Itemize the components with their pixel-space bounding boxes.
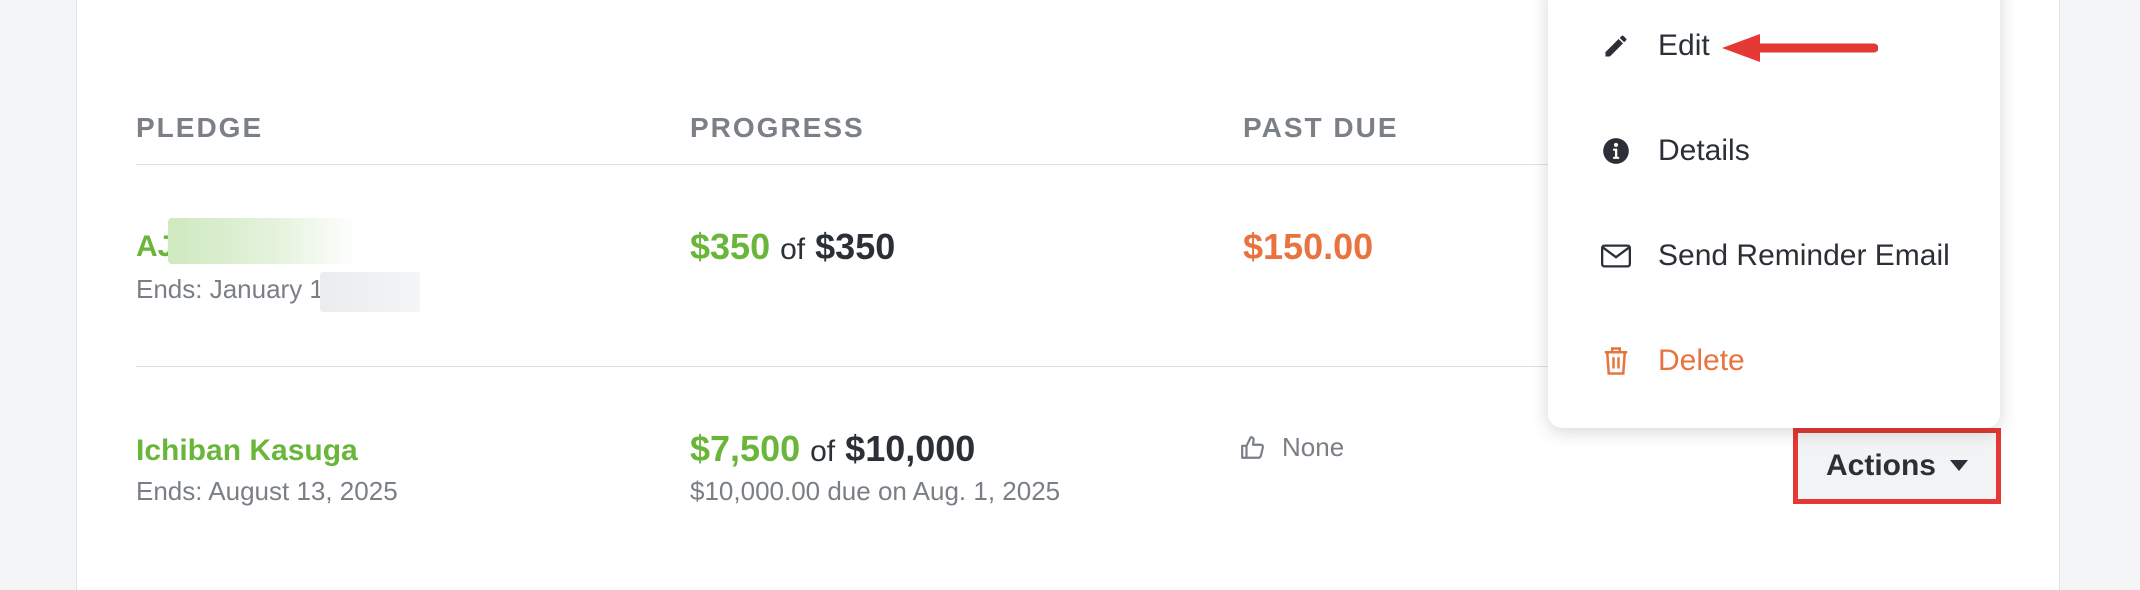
past-due-status: None [1240,432,1344,463]
pledge-end-date: Ends: August 13, 2025 [136,476,398,506]
progress-total: $10,000 [845,428,976,469]
pledge-name-link[interactable]: Ichiban Kasuga [136,434,358,468]
header-past-due: PAST DUE [1243,112,1399,143]
header-progress: PROGRESS [690,112,865,143]
thumbs-up-icon [1240,435,1266,461]
progress-of: of [780,233,806,266]
menu-item-label: Delete [1658,344,1745,377]
menu-item-send-reminder-email[interactable]: Send Reminder Email [1600,226,1950,286]
row-divider [136,366,1556,367]
menu-item-label: Edit [1658,29,1710,62]
menu-item-label: Send Reminder Email [1658,239,1950,272]
annotation-arrow-icon [1718,30,1879,71]
progress-of: of [810,435,836,468]
caret-down-icon [1950,460,1968,472]
envelope-icon [1600,240,1632,272]
actions-button[interactable]: Actions [1793,428,2001,504]
menu-item-details[interactable]: Details [1600,121,1750,181]
progress-paid: $7,500 [690,428,801,469]
redacted-date [320,272,420,312]
info-icon [1600,135,1632,167]
menu-item-edit[interactable]: Edit [1600,16,1710,76]
progress-amount: $7,500 of $10,000 [690,428,975,470]
progress-total: $350 [815,226,896,267]
redacted-name [168,218,358,264]
menu-item-label: Details [1658,134,1750,167]
pencil-icon [1600,30,1632,62]
menu-item-delete[interactable]: Delete [1600,331,1745,391]
pledge-end-date: Ends: January 1 [136,274,324,304]
progress-paid: $350 [690,226,771,267]
past-due-none: None [1282,432,1345,462]
header-divider [136,164,1556,165]
due-note: $10,000.00 due on Aug. 1, 2025 [690,476,1061,506]
trash-icon [1600,345,1632,377]
header-pledge: PLEDGE [136,112,264,143]
past-due-amount: $150.00 [1243,226,1374,267]
progress-amount: $350 of $350 [690,226,895,268]
actions-button-label: Actions [1825,449,1936,482]
